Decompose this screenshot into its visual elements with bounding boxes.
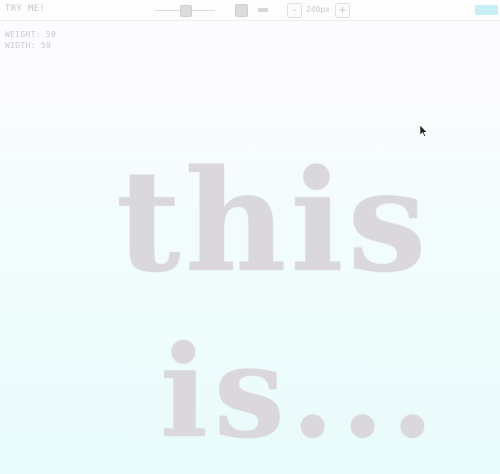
toolbar: TRY ME! - 240px +	[0, 0, 500, 21]
width-readout: WIDTH: 50	[5, 41, 52, 50]
slider-thumb-icon[interactable]	[180, 5, 192, 17]
preview-text-line-2[interactable]: is...	[160, 318, 440, 466]
color-swatch-button[interactable]	[475, 5, 498, 15]
try-me-label: TRY ME!	[5, 4, 46, 14]
axis-readouts: WEIGHT: 50 WIDTH: 50	[5, 29, 56, 51]
preview-text-line-1[interactable]: this	[116, 140, 430, 304]
square-icon[interactable]	[235, 4, 248, 17]
increase-size-button[interactable]: +	[335, 3, 350, 18]
axis-slider[interactable]	[155, 4, 215, 17]
decrease-size-button[interactable]: -	[287, 3, 302, 18]
weight-readout: WEIGHT: 50	[5, 30, 57, 39]
dash-icon[interactable]	[258, 8, 268, 12]
mouse-cursor-icon	[420, 125, 428, 137]
font-size-readout: 240px	[306, 5, 331, 14]
